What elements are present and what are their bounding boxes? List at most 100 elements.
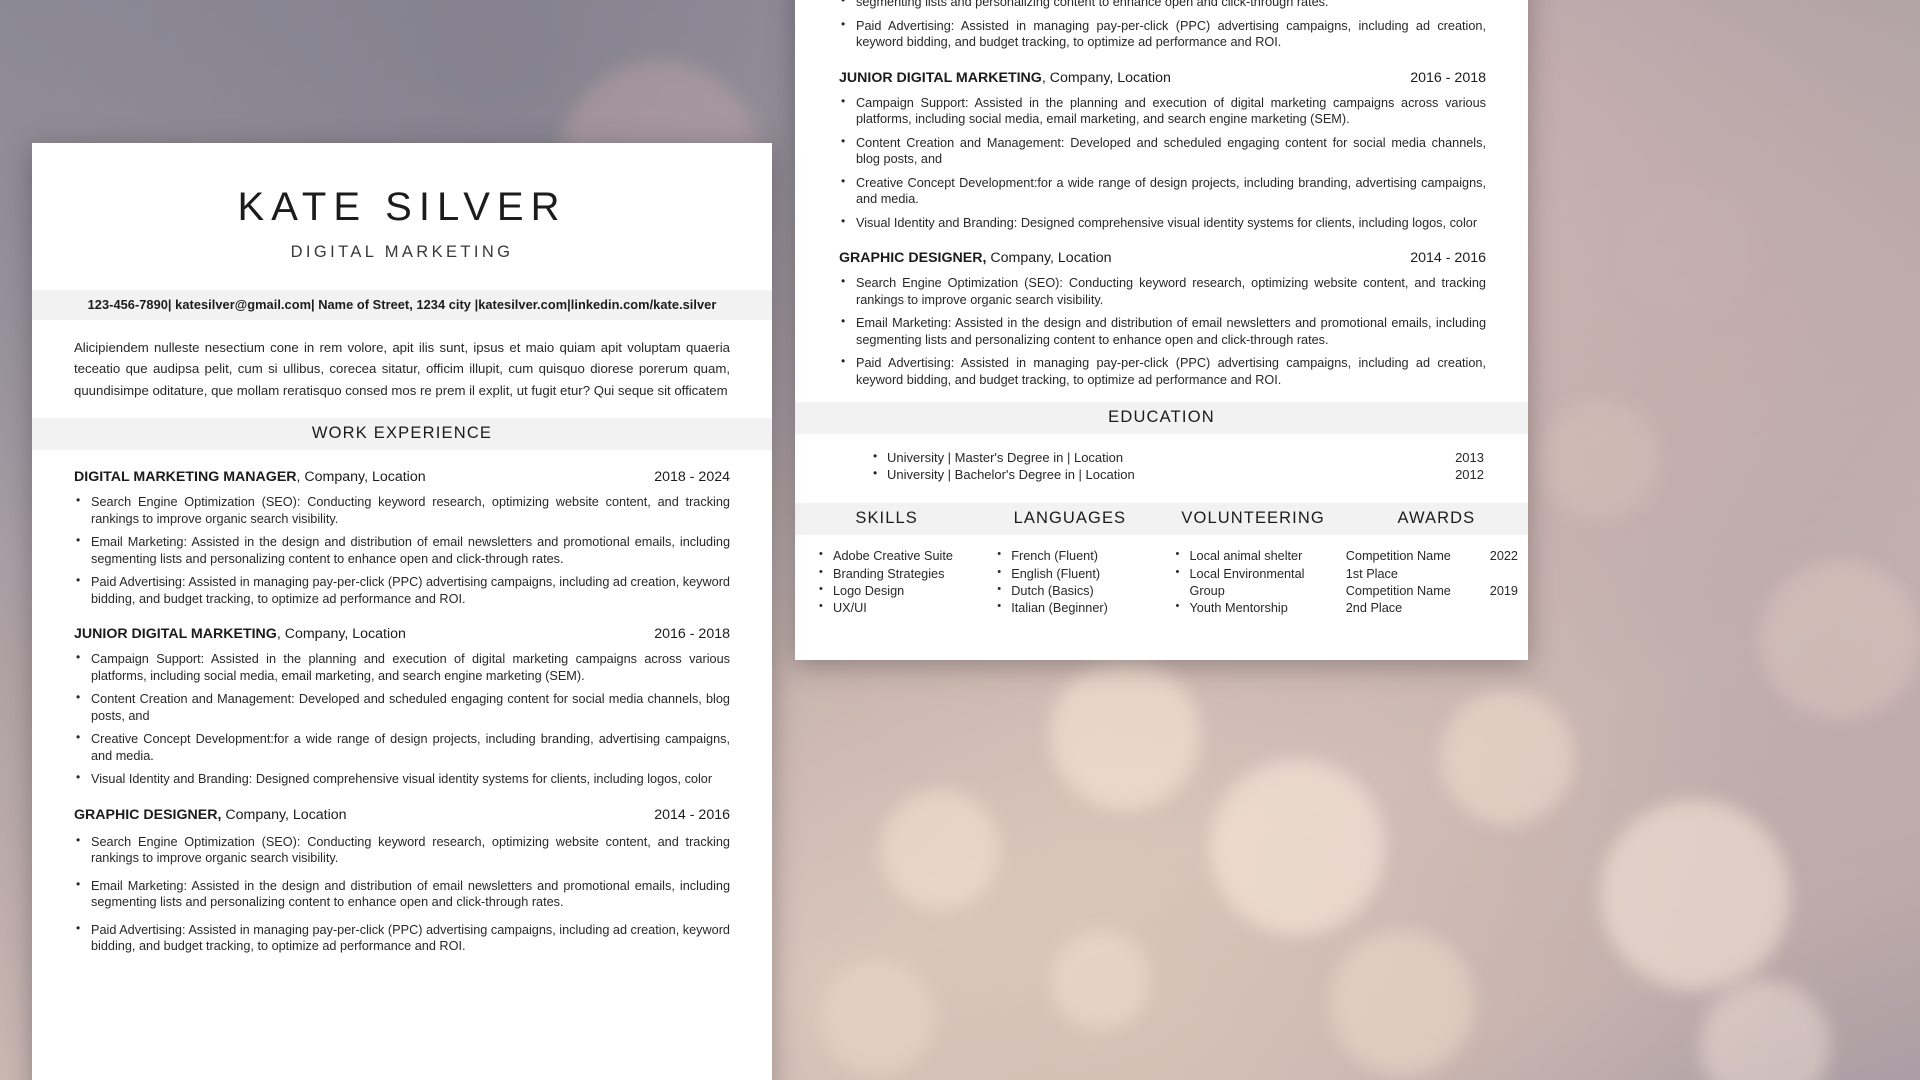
job-header: JUNIOR DIGITAL MARKETING, Company, Locat… xyxy=(839,70,1486,86)
job-role: JUNIOR DIGITAL MARKETING xyxy=(839,69,1042,86)
list-item: Local Environmental Group xyxy=(1176,565,1340,601)
job-header: GRAPHIC DESIGNER, Company, Location 2014… xyxy=(839,250,1486,266)
screenshot-canvas: segmenting lists and personalizing conte… xyxy=(0,0,1920,1080)
section-header-education: EDUCATION xyxy=(795,402,1528,434)
bullet-item: Paid Advertising: Assisted in managing p… xyxy=(74,921,730,955)
bullet-item: Content Creation and Management: Develop… xyxy=(74,690,730,724)
volunteering-list: Local animal shelter Local Environmental… xyxy=(1162,547,1340,617)
list-item: Dutch (Basics) xyxy=(997,582,1161,600)
page2-job-entry: JUNIOR DIGITAL MARKETING, Company, Locat… xyxy=(829,70,1494,232)
page2-content: segmenting lists and personalizing conte… xyxy=(795,0,1528,635)
bullet-item: Campaign Support: Assisted in the planni… xyxy=(74,650,730,684)
page2-job-entry: GRAPHIC DESIGNER, Company, Location 2014… xyxy=(829,250,1494,388)
job-role: DIGITAL MARKETING MANAGER xyxy=(74,469,297,486)
job-dates: 2014 - 2016 xyxy=(654,806,730,823)
section-header-volunteering: VOLUNTEERING xyxy=(1181,509,1325,528)
resume-page-2: segmenting lists and personalizing conte… xyxy=(795,0,1528,660)
bullet-item: segmenting lists and personalizing conte… xyxy=(839,0,1486,11)
job-role: GRAPHIC DESIGNER, xyxy=(74,806,222,823)
job-header: JUNIOR DIGITAL MARKETING, Company, Locat… xyxy=(74,626,730,642)
job-role: GRAPHIC DESIGNER, xyxy=(839,250,987,266)
list-item: English (Fluent) xyxy=(997,565,1161,583)
job-header: GRAPHIC DESIGNER, Company, Location 2014… xyxy=(74,807,730,823)
job-subtitle: DIGITAL MARKETING xyxy=(290,243,514,261)
contact-bar: 123-456-7890| katesilver@gmail.com| Name… xyxy=(32,290,772,320)
education-text: University | Bachelor's Degree in | Loca… xyxy=(887,466,1135,482)
bullet-item: Paid Advertising: Assisted in managing p… xyxy=(839,17,1486,51)
job-bullets: Search Engine Optimization (SEO): Conduc… xyxy=(74,833,730,955)
volunteering-column: Local animal shelter Local Environmental… xyxy=(1162,547,1340,617)
bullet-item: Email Marketing: Assisted in the design … xyxy=(74,877,730,911)
list-item: UX/UI xyxy=(819,599,983,617)
education-year: 2013 xyxy=(1455,450,1484,465)
list-item: Logo Design xyxy=(819,582,983,600)
bullet-item: Search Engine Optimization (SEO): Conduc… xyxy=(839,274,1486,308)
section-header-row: SKILLS LANGUAGES VOLUNTEERING AWARDS xyxy=(795,503,1528,536)
bullet-item: Visual Identity and Branding: Designed c… xyxy=(839,214,1486,232)
job-entry: DIGITAL MARKETING MANAGER, Company, Loca… xyxy=(32,469,772,607)
job-entry: JUNIOR DIGITAL MARKETING, Company, Locat… xyxy=(32,626,772,788)
section-header-work-experience: WORK EXPERIENCE xyxy=(32,418,772,451)
languages-list: French (Fluent) English (Fluent) Dutch (… xyxy=(983,547,1161,617)
list-item: Adobe Creative Suite xyxy=(819,547,983,565)
bullet-item: Visual Identity and Branding: Designed c… xyxy=(74,770,730,788)
awards-column: Competition Name 2022 1st Place Competit… xyxy=(1340,548,1518,617)
job-company: , Company, Location xyxy=(1041,69,1171,86)
bullet-item: Campaign Support: Assisted in the planni… xyxy=(839,94,1486,128)
bullet-item: Paid Advertising: Assisted in managing p… xyxy=(74,573,730,607)
summary-paragraph: Alicipiendem nulleste nesectium cone in … xyxy=(74,340,730,398)
award-name: Competition Name xyxy=(1345,583,1451,598)
job-title: JUNIOR DIGITAL MARKETING, Company, Locat… xyxy=(839,70,1171,86)
award-row: Competition Name 2022 xyxy=(1346,548,1518,565)
section-header-awards: AWARDS xyxy=(1397,509,1476,528)
education-list: University | Master's Degree in | Locati… xyxy=(829,449,1494,484)
job-role: JUNIOR DIGITAL MARKETING xyxy=(74,626,277,643)
skills-list: Adobe Creative Suite Branding Strategies… xyxy=(805,547,983,617)
job-dates: 2014 - 2016 xyxy=(1410,250,1486,266)
section-header-languages: LANGUAGES xyxy=(1013,509,1127,528)
job-company: , Company, Location xyxy=(296,469,426,486)
list-item: Branding Strategies xyxy=(819,565,983,583)
job-company: Company, Location xyxy=(221,806,347,823)
award-row: Competition Name 2019 xyxy=(1346,583,1518,600)
page2-top-bullets: segmenting lists and personalizing conte… xyxy=(829,0,1494,51)
job-bullets: Campaign Support: Assisted in the planni… xyxy=(839,94,1486,232)
education-row: University | Master's Degree in | Locati… xyxy=(873,449,1484,467)
bullet-item: Content Creation and Management: Develop… xyxy=(839,134,1486,168)
list-item: Local animal shelter xyxy=(1176,547,1340,565)
award-year: 2019 xyxy=(1489,583,1518,598)
list-item: Italian (Beginner) xyxy=(997,599,1161,617)
four-column-body: Adobe Creative Suite Branding Strategies… xyxy=(805,547,1518,635)
bullet-item: Email Marketing: Assisted in the design … xyxy=(74,533,730,567)
job-company: , Company, Location xyxy=(276,626,406,643)
job-bullets: Search Engine Optimization (SEO): Conduc… xyxy=(839,274,1486,388)
job-dates: 2016 - 2018 xyxy=(654,626,730,643)
job-dates: 2018 - 2024 xyxy=(654,469,730,486)
list-item: Youth Mentorship xyxy=(1176,599,1340,617)
bullet-item: Search Engine Optimization (SEO): Conduc… xyxy=(74,493,730,527)
bullet-item: Email Marketing: Assisted in the design … xyxy=(839,314,1486,348)
languages-column: French (Fluent) English (Fluent) Dutch (… xyxy=(983,547,1161,617)
list-item: French (Fluent) xyxy=(997,547,1161,565)
job-title: GRAPHIC DESIGNER, Company, Location xyxy=(839,250,1112,266)
job-bullets: Search Engine Optimization (SEO): Conduc… xyxy=(74,493,730,607)
skills-column: Adobe Creative Suite Branding Strategies… xyxy=(805,547,983,617)
job-title: DIGITAL MARKETING MANAGER, Company, Loca… xyxy=(74,469,426,485)
education-year: 2012 xyxy=(1455,466,1484,482)
bullet-item: Creative Concept Development:for a wide … xyxy=(74,730,730,764)
education-text: University | Master's Degree in | Locati… xyxy=(887,450,1124,465)
section-header-skills: SKILLS xyxy=(855,509,918,528)
award-year: 2022 xyxy=(1489,549,1518,564)
job-title: GRAPHIC DESIGNER, Company, Location xyxy=(74,807,347,823)
job-header: DIGITAL MARKETING MANAGER, Company, Loca… xyxy=(74,469,730,485)
bullet-item: Creative Concept Development:for a wide … xyxy=(839,174,1486,208)
job-company: Company, Location xyxy=(986,250,1112,266)
award-place: 2nd Place xyxy=(1345,601,1403,616)
job-dates: 2016 - 2018 xyxy=(1410,69,1486,86)
bullet-item: Search Engine Optimization (SEO): Conduc… xyxy=(74,833,730,867)
job-bullets: Campaign Support: Assisted in the planni… xyxy=(74,650,730,788)
bullet-item: Paid Advertising: Assisted in managing p… xyxy=(839,354,1486,388)
page-title: KATE SILVER xyxy=(237,185,567,229)
education-row: University | Bachelor's Degree in | Loca… xyxy=(873,466,1484,484)
award-name: Competition Name xyxy=(1345,549,1451,564)
